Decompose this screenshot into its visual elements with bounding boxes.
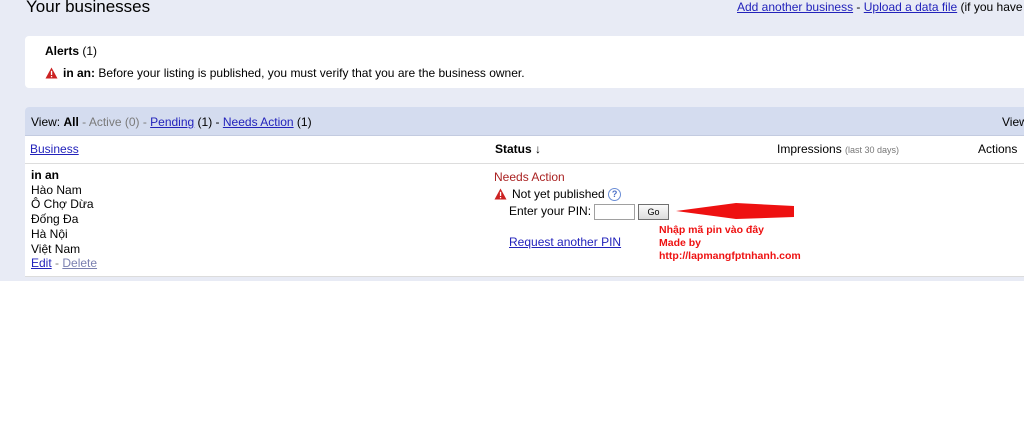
action-separator: - [51, 256, 63, 271]
view-prefix: View: [31, 115, 64, 129]
business-list-panel: View: All - Active (0) - Pending (1) - N… [25, 107, 1024, 277]
impressions-note: (last 30 days) [845, 145, 900, 155]
business-name: in an [31, 168, 60, 182]
header-links: Add another business - Upload a data fil… [737, 0, 1023, 14]
annotation-text: Nhập mã pin vào đây Made by http://lapma… [659, 224, 801, 263]
annotation-line-3: http://lapmangfptnhanh.com [659, 250, 801, 262]
address-line: Ô Chợ Dừa [31, 197, 94, 212]
business-cell: in an Hào Nam Ô Chợ Dừa Đống Đa Hà Nội V… [31, 168, 97, 271]
actions-column-header: Actions [978, 142, 1018, 156]
header-separator: - [853, 0, 864, 14]
upload-data-file-link[interactable]: Upload a data file [864, 0, 957, 14]
delete-link[interactable]: Delete [62, 256, 97, 270]
go-button[interactable]: Go [638, 204, 670, 220]
view-needs-action-link[interactable]: Needs Action [223, 115, 294, 129]
pin-input[interactable] [594, 204, 636, 220]
business-column-header[interactable]: Business [30, 142, 79, 156]
pin-label: Enter your PIN: [509, 204, 592, 219]
view-all: All [63, 115, 79, 129]
alerts-title: Alerts (1) [45, 44, 97, 58]
page-title: Your businesses [26, 0, 151, 16]
view-filter-bar: View: All - Active (0) - Pending (1) - N… [25, 107, 1024, 136]
warning-icon [494, 188, 507, 200]
address-line: Đống Đa [31, 212, 79, 227]
address-line: Việt Nam [31, 241, 81, 256]
panel-bottom-border [25, 276, 1024, 277]
alert-item: in an: Before your listing is published,… [45, 66, 525, 80]
view-filters: View: All - Active (0) - Pending (1) - N… [31, 115, 312, 129]
upload-trailing-text: (if you have [957, 0, 1023, 14]
alerts-heading: Alerts [45, 44, 80, 58]
impressions-label: Impressions [777, 142, 842, 156]
annotation-line-2: Made by [659, 237, 702, 249]
annotation-line-1: Nhập mã pin vào đây [659, 224, 765, 236]
add-business-link[interactable]: Add another business [737, 0, 853, 14]
request-another-pin-link[interactable]: Request another PIN [509, 235, 621, 249]
address-line: Hà Nội [31, 226, 68, 241]
help-icon[interactable]: ? [608, 188, 622, 201]
publish-state: Not yet published ? [494, 187, 622, 201]
not-published-text: Not yet published [512, 187, 605, 201]
edit-link[interactable]: Edit [31, 256, 52, 270]
view-active: - Active (0) - [78, 115, 151, 129]
red-arrow-icon [676, 203, 794, 219]
alert-message: Before your listing is published, you mu… [95, 66, 525, 80]
pending-count: (1) - [194, 115, 223, 129]
address-line: Hào Nam [31, 182, 82, 197]
view-pending-link[interactable]: Pending [150, 115, 194, 129]
pin-entry-row: Enter your PIN: Go [509, 204, 670, 220]
alert-business-name: in an: [63, 66, 95, 80]
needs-action-count: (1) [293, 115, 312, 129]
warning-icon [45, 67, 58, 79]
impressions-column-header: Impressions (last 30 days) [777, 142, 899, 156]
alerts-count: (1) [79, 44, 98, 58]
table-header: Business Status ↓ Impressions (last 30 d… [25, 136, 1024, 164]
alerts-box: Alerts (1) in an: Before your listing is… [25, 36, 1024, 88]
view-right-label[interactable]: View [1002, 115, 1024, 129]
status-column-header[interactable]: Status ↓ [495, 142, 541, 156]
status-needs-action: Needs Action [494, 170, 565, 184]
